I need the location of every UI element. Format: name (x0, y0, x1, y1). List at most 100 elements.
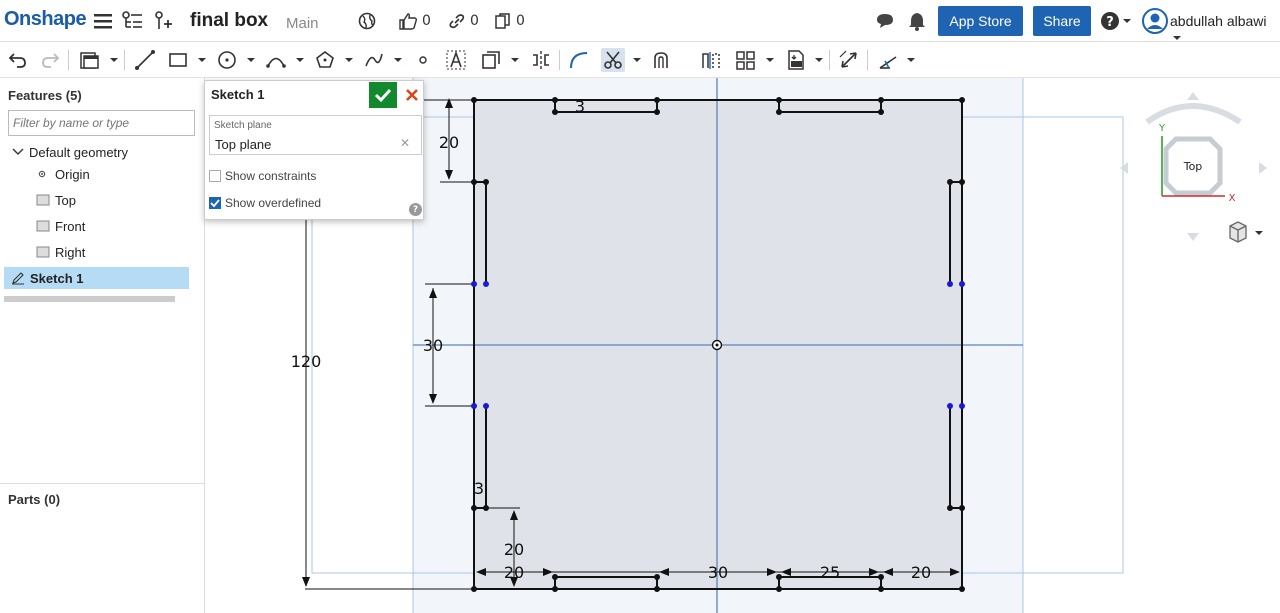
main-menu-icon[interactable] (92, 10, 114, 32)
globe-icon[interactable] (356, 10, 378, 32)
chevron-down-icon[interactable] (633, 56, 641, 64)
dxf-import-icon[interactable] (784, 48, 808, 72)
dimension-bottom-seg4[interactable]: 20 (911, 563, 931, 582)
link-icon (449, 14, 465, 29)
chevron-down-icon[interactable] (394, 56, 402, 64)
feature-list-icon[interactable] (122, 10, 144, 32)
sketch-plane-label: Sketch plane (214, 120, 272, 131)
features-heading: Features (5) (8, 88, 82, 103)
use-tool-icon[interactable] (650, 48, 674, 72)
rectangle-tool-icon[interactable] (166, 48, 190, 72)
fillet-tool-icon[interactable] (567, 48, 591, 72)
tree-item-front-plane[interactable]: Front (36, 215, 196, 237)
sketch-toolbar (0, 42, 1280, 78)
circle-tool-icon[interactable] (215, 48, 239, 72)
links-counter[interactable]: 0 (448, 12, 479, 30)
undo-icon[interactable] (6, 48, 30, 72)
tree-item-default-geometry[interactable]: Default geometry (12, 141, 202, 163)
user-name: abdullah albawi (1170, 13, 1267, 29)
dimension-bottom-seg3[interactable]: 25 (820, 563, 840, 582)
checkmark-icon (374, 88, 392, 103)
plane-icon (36, 194, 50, 206)
chevron-down-icon[interactable] (247, 56, 255, 64)
accept-button[interactable] (369, 82, 397, 108)
svg-text:?: ? (1106, 15, 1114, 30)
user-menu[interactable]: abdullah albawi (1170, 13, 1280, 45)
help-icon[interactable]: ? (1100, 10, 1134, 32)
dimension-left-tab-length[interactable]: 30 (423, 336, 443, 355)
constraint-tool-icon[interactable] (876, 48, 900, 72)
line-tool-icon[interactable] (133, 48, 157, 72)
chevron-down-icon[interactable] (766, 56, 774, 64)
tree-item-origin[interactable]: Origin (36, 163, 196, 185)
chevron-down-icon (1173, 36, 1181, 40)
document-title[interactable]: final box (190, 10, 268, 32)
cancel-button[interactable] (401, 84, 423, 106)
share-button[interactable]: Share (1033, 6, 1091, 36)
close-icon (406, 89, 418, 101)
sketch-dialog-title: Sketch 1 (211, 87, 265, 102)
show-overdefined-label: Show overdefined (225, 196, 322, 210)
mirror-tool-icon[interactable] (529, 48, 553, 72)
chevron-down-icon[interactable] (907, 56, 915, 64)
construction-tool-icon[interactable] (700, 48, 724, 72)
spline-tool-icon[interactable] (362, 48, 386, 72)
plane-icon (36, 220, 50, 232)
text-tool-icon[interactable] (444, 48, 468, 72)
dimension-top-slot-depth[interactable]: 3 (575, 97, 585, 116)
parts-heading: Parts (0) (8, 492, 61, 507)
onshape-logo[interactable]: Onshape (4, 8, 87, 31)
offset-tool-icon[interactable] (479, 48, 503, 72)
feature-list-scrollbar[interactable] (4, 296, 175, 302)
filter-input[interactable] (8, 110, 195, 136)
dimension-bottom-seg2[interactable]: 30 (708, 563, 728, 582)
point-tool-icon[interactable] (411, 48, 435, 72)
tree-item-sketch-1[interactable]: Sketch 1 (4, 267, 189, 289)
plane-icon (36, 246, 50, 258)
view-cube-face[interactable]: Top (1183, 160, 1203, 173)
chevron-down-icon[interactable] (110, 56, 118, 64)
redo-icon[interactable] (38, 48, 62, 72)
copy-icon (495, 13, 510, 29)
tree-item-label: Right (55, 244, 86, 260)
dimension-bottom-left-offset[interactable]: 20 (504, 540, 524, 559)
notifications-bell-icon[interactable] (906, 10, 928, 32)
clear-plane-icon[interactable]: ✕ (400, 136, 410, 150)
show-overdefined-checkbox[interactable]: Show overdefined (209, 194, 321, 212)
checkmark-icon (210, 198, 220, 207)
dimension-tool-icon[interactable] (837, 48, 861, 72)
show-constraints-checkbox[interactable]: Show constraints (209, 167, 316, 185)
polygon-tool-icon[interactable] (313, 48, 337, 72)
chevron-down-icon[interactable] (345, 56, 353, 64)
chevron-down-icon[interactable] (198, 56, 206, 64)
insert-feature-icon[interactable] (153, 10, 175, 32)
likes-count: 0 (422, 13, 431, 29)
view-options-icon[interactable] (78, 48, 102, 72)
arc-tool-icon[interactable] (264, 48, 288, 72)
pattern-tool-icon[interactable] (734, 48, 758, 72)
dimension-left-top-offset[interactable]: 20 (439, 133, 459, 152)
copies-counter[interactable]: 0 (494, 12, 525, 30)
likes-counter[interactable]: 0 (398, 12, 431, 30)
view-cube[interactable]: Y X Top (1120, 92, 1267, 241)
branch-name[interactable]: Main (286, 15, 319, 32)
chevron-down-icon[interactable] (815, 56, 823, 64)
dimension-bottom-slot-depth[interactable]: 3 (474, 479, 484, 498)
dimension-bottom-seg1[interactable]: 20 (504, 563, 524, 582)
checkbox[interactable] (209, 170, 221, 182)
show-constraints-label: Show constraints (225, 169, 317, 183)
help-icon[interactable]: ? (409, 203, 422, 216)
avatar-icon[interactable] (1142, 8, 1168, 34)
sketch-plane-field[interactable]: Sketch plane Top plane ✕ (209, 115, 422, 155)
chevron-down-icon[interactable] (511, 56, 519, 64)
tree-item-top-plane[interactable]: Top (36, 189, 196, 211)
dimension-overall-height[interactable]: 120 (291, 352, 322, 371)
chevron-down-icon[interactable] (296, 56, 304, 64)
trim-tool-icon[interactable] (601, 48, 625, 72)
view-mode-icon[interactable] (1229, 221, 1263, 243)
app-store-button[interactable]: App Store (938, 6, 1023, 36)
checkbox[interactable] (209, 197, 221, 209)
comments-icon[interactable] (874, 10, 896, 32)
tree-item-label: Origin (55, 166, 90, 182)
tree-item-right-plane[interactable]: Right (36, 241, 196, 263)
